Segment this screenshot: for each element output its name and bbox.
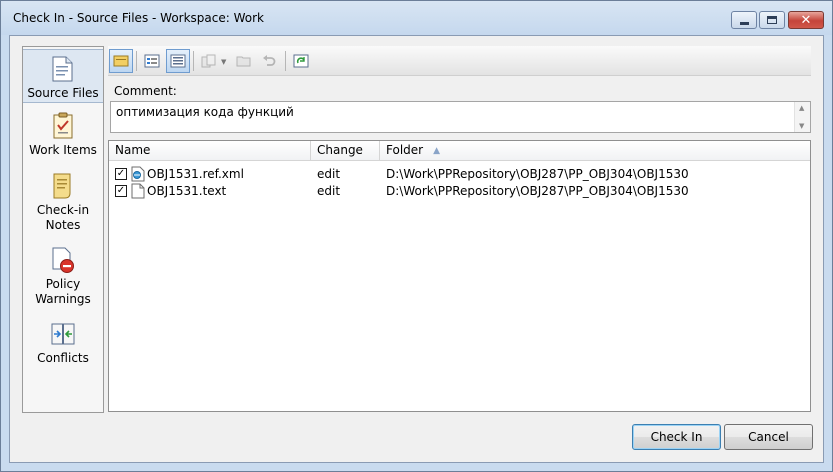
pending-changes-list: Name Change Folder ▲ ✓ OBJ1531.ref.xml ed… <box>108 140 811 412</box>
source-files-panel: ▼ Comment: оптимизация кода функций ▲ ▼ <box>108 46 811 413</box>
toolbar-separator <box>136 51 137 71</box>
comment-toggle-icon <box>113 55 129 67</box>
nav-label: Check-in <box>36 203 90 217</box>
column-header-label: Change <box>317 143 363 157</box>
column-header-change[interactable]: Change <box>311 141 380 161</box>
column-header-name[interactable]: Name <box>109 141 311 161</box>
include-checkbox[interactable]: ✓ <box>115 168 127 180</box>
maximize-icon <box>767 16 777 24</box>
nav-label: Work Items <box>29 143 97 157</box>
refresh-icon <box>293 54 309 68</box>
nav-item-policy-warnings[interactable]: Policy Warnings <box>23 245 103 309</box>
scroll-down-icon[interactable]: ▼ <box>799 122 804 130</box>
nav-item-source-files[interactable]: Source Files <box>23 49 103 103</box>
open-folder-icon <box>236 56 251 67</box>
cancel-button[interactable]: Cancel <box>724 424 813 450</box>
checkin-notes-icon <box>53 173 71 199</box>
check-in-window: Check In - Source Files - Workspace: Wor… <box>0 0 833 472</box>
include-checkbox[interactable]: ✓ <box>115 185 127 197</box>
sort-ascending-icon: ▲ <box>433 146 441 156</box>
comment-toggle-button[interactable] <box>109 49 133 73</box>
file-name: OBJ1531.text <box>147 184 227 198</box>
compare-icon <box>201 54 216 68</box>
nav-label-line2: Notes <box>45 218 81 232</box>
comment-input[interactable]: оптимизация кода функций ▲ ▼ <box>110 101 811 133</box>
close-button[interactable]: ✕ <box>788 11 824 29</box>
refresh-button[interactable] <box>289 49 313 73</box>
cancel-label: Cancel <box>748 430 789 444</box>
dialog-client-area: Source Files Work Items Check-in Notes P… <box>9 35 824 463</box>
open-folder-button[interactable] <box>232 49 256 73</box>
nav-item-checkin-notes[interactable]: Check-in Notes <box>23 171 103 235</box>
nav-label: Conflicts <box>37 351 89 365</box>
check-in-label: Check In <box>650 430 703 444</box>
check-in-button[interactable]: Check In <box>632 424 721 450</box>
toolbar: ▼ <box>108 46 811 76</box>
minimize-button[interactable] <box>731 11 757 29</box>
window-title: Check In - Source Files - Workspace: Wor… <box>13 11 264 25</box>
nav-label-line2: Warnings <box>35 292 91 306</box>
table-row[interactable]: ✓ OBJ1531.text edit D:\Work\PPRepository… <box>109 183 809 200</box>
flat-view-button[interactable] <box>140 49 164 73</box>
folder-view-button[interactable] <box>166 49 190 73</box>
undo-icon <box>263 55 276 66</box>
toolbar-separator <box>285 51 286 71</box>
change-type: edit <box>317 184 341 198</box>
column-header-label: Folder <box>386 143 424 157</box>
column-header-label: Name <box>115 143 151 157</box>
title-bar[interactable]: Check In - Source Files - Workspace: Wor… <box>1 1 832 35</box>
text-file-icon <box>131 183 145 199</box>
minimize-icon <box>739 21 749 25</box>
nav-label: Policy <box>45 277 81 291</box>
conflicts-icon <box>51 323 75 345</box>
compare-button[interactable] <box>197 49 221 73</box>
nav-item-conflicts[interactable]: Conflicts <box>23 319 103 369</box>
comment-label: Comment: <box>114 84 177 98</box>
undo-button[interactable] <box>257 49 281 73</box>
scroll-up-icon[interactable]: ▲ <box>799 104 804 112</box>
table-row[interactable]: ✓ OBJ1531.ref.xml edit D:\Work\PPReposit… <box>109 166 809 183</box>
compare-dropdown-icon[interactable]: ▼ <box>221 58 226 66</box>
file-name: OBJ1531.ref.xml <box>147 167 244 181</box>
toolbar-separator <box>193 51 194 71</box>
maximize-button[interactable] <box>759 11 785 29</box>
channel-navigation: Source Files Work Items Check-in Notes P… <box>22 46 104 413</box>
comment-scrollbar[interactable]: ▲ ▼ <box>794 102 810 132</box>
nav-label: Source Files <box>27 86 99 100</box>
folder-view-icon <box>170 54 186 68</box>
column-header-folder[interactable]: Folder ▲ <box>380 141 810 161</box>
nav-item-work-items[interactable]: Work Items <box>23 111 103 161</box>
folder-path: D:\Work\PPRepository\OBJ287\PP_OBJ304\OB… <box>386 184 689 198</box>
flat-view-icon <box>144 54 160 68</box>
work-items-icon <box>53 112 73 139</box>
xml-file-icon <box>131 166 145 182</box>
folder-path: D:\Work\PPRepository\OBJ287\PP_OBJ304\OB… <box>386 167 689 181</box>
change-type: edit <box>317 167 341 181</box>
source-files-icon <box>52 56 73 82</box>
comment-text[interactable]: оптимизация кода функций <box>116 105 294 119</box>
close-icon: ✕ <box>800 12 812 28</box>
policy-warnings-icon <box>52 247 74 273</box>
